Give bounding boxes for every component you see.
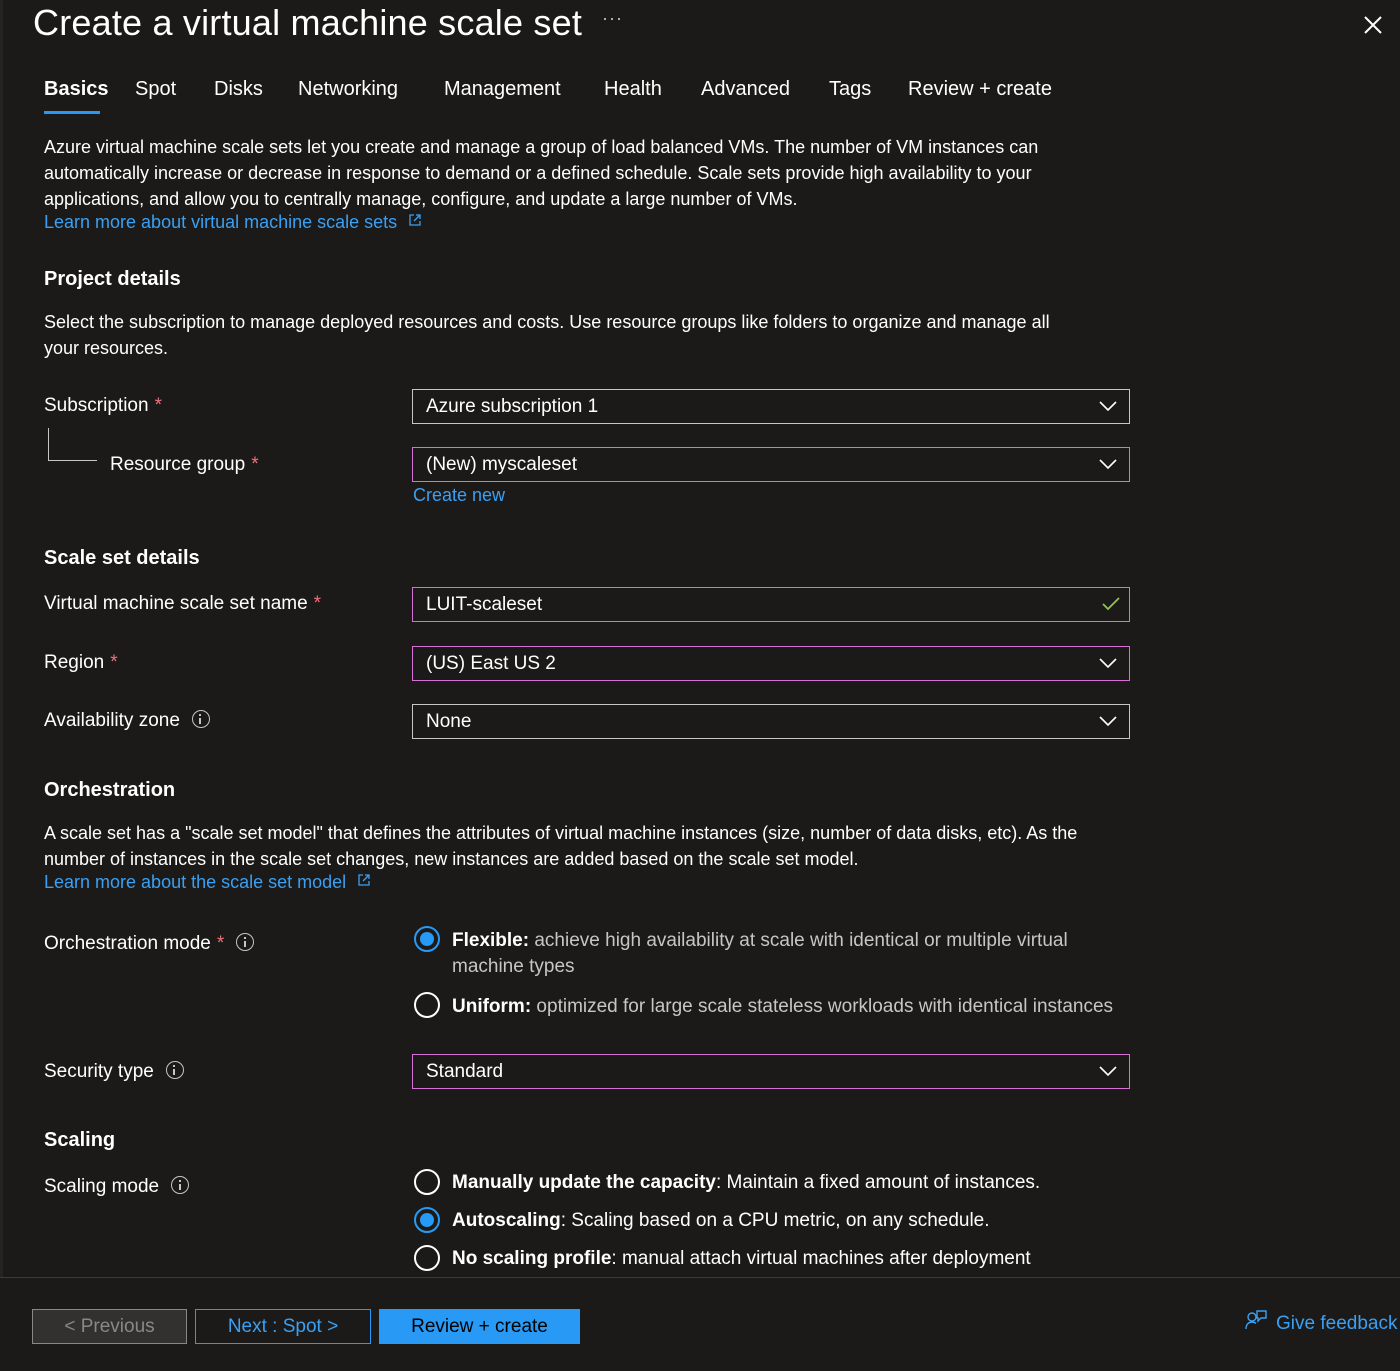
required-marker: * bbox=[313, 593, 322, 614]
feedback-icon bbox=[1245, 1310, 1267, 1330]
info-icon[interactable] bbox=[191, 710, 210, 728]
scaling-none-radio[interactable] bbox=[414, 1245, 440, 1271]
scaling-heading: Scaling bbox=[44, 1129, 116, 1151]
external-link-icon bbox=[357, 874, 370, 886]
scaling-autoscaling-label[interactable]: Autoscaling: Scaling based on a CPU metr… bbox=[452, 1208, 990, 1234]
scaling-none-label[interactable]: No scaling profile: manual attach virtua… bbox=[452, 1246, 1031, 1272]
review-create-button[interactable]: Review + create bbox=[379, 1309, 580, 1344]
give-feedback-link[interactable]: Give feedback bbox=[1244, 1309, 1397, 1335]
orchestration-description: A scale set has a "scale set model" that… bbox=[44, 823, 1078, 869]
scale-set-name-input[interactable]: LUIT-scaleset bbox=[412, 587, 1130, 622]
required-marker: * bbox=[154, 395, 162, 416]
page-title: Create a virtual machine scale set bbox=[33, 2, 583, 43]
subscription-dropdown[interactable]: Azure subscription 1 bbox=[412, 389, 1130, 424]
scaling-autoscaling-radio[interactable] bbox=[414, 1207, 440, 1233]
availability-zone-dropdown[interactable]: None bbox=[412, 704, 1130, 739]
required-marker: * bbox=[216, 933, 225, 954]
scale-set-name-label: Virtual machine scale set name * bbox=[44, 593, 322, 614]
tab-management[interactable]: Management bbox=[444, 78, 561, 101]
subscription-label: Subscription * bbox=[44, 395, 162, 416]
required-marker: * bbox=[251, 454, 259, 475]
tree-connector bbox=[48, 428, 49, 461]
tab-disks[interactable]: Disks bbox=[214, 78, 263, 101]
orchestration-uniform-radio[interactable] bbox=[414, 992, 440, 1018]
window-edge bbox=[0, 0, 3, 1280]
intro-description: Azure virtual machine scale sets let you… bbox=[44, 137, 1039, 209]
scaling-manual-label[interactable]: Manually update the capacity: Maintain a… bbox=[452, 1170, 1040, 1196]
resource-group-dropdown[interactable]: (New) myscaleset bbox=[412, 447, 1130, 482]
tab-tags[interactable]: Tags bbox=[829, 78, 871, 101]
region-dropdown[interactable]: (US) East US 2 bbox=[412, 646, 1130, 681]
region-label: Region * bbox=[44, 652, 118, 673]
tab-spot[interactable]: Spot bbox=[135, 78, 176, 101]
tab-networking[interactable]: Networking bbox=[298, 78, 398, 101]
create-new-resource-group-link[interactable]: Create new bbox=[413, 485, 505, 506]
info-icon[interactable] bbox=[236, 933, 255, 951]
more-options-icon[interactable]: ··· bbox=[602, 8, 623, 29]
orchestration-flexible-radio[interactable] bbox=[414, 926, 440, 952]
close-icon[interactable] bbox=[1360, 12, 1386, 38]
tree-connector bbox=[48, 460, 97, 461]
chevron-down-icon bbox=[1099, 716, 1117, 727]
security-type-dropdown[interactable]: Standard bbox=[412, 1054, 1130, 1089]
chevron-down-icon bbox=[1099, 401, 1117, 412]
orchestration-heading: Orchestration bbox=[44, 779, 176, 801]
orchestration-flexible-label[interactable]: Flexible: achieve high availability at s… bbox=[452, 928, 1068, 980]
project-details-heading: Project details bbox=[44, 268, 181, 290]
learn-more-scale-set-model-link[interactable]: Learn more about the scale set model bbox=[44, 872, 371, 893]
orchestration-uniform-label[interactable]: Uniform: optimized for large scale state… bbox=[452, 994, 1113, 1020]
tab-review-create[interactable]: Review + create bbox=[908, 78, 1052, 101]
info-icon[interactable] bbox=[171, 1176, 190, 1194]
valid-check-icon bbox=[1102, 597, 1120, 611]
scaling-manual-radio[interactable] bbox=[414, 1169, 440, 1195]
external-link-icon bbox=[408, 214, 421, 226]
tab-health[interactable]: Health bbox=[604, 78, 662, 101]
scale-set-details-heading: Scale set details bbox=[44, 547, 200, 569]
chevron-down-icon bbox=[1099, 1066, 1117, 1077]
availability-zone-label: Availability zone bbox=[44, 710, 210, 732]
resource-group-label: Resource group * bbox=[110, 454, 259, 475]
chevron-down-icon bbox=[1099, 658, 1117, 669]
tab-advanced[interactable]: Advanced bbox=[701, 78, 790, 101]
previous-button[interactable]: < Previous bbox=[32, 1309, 187, 1344]
project-details-description: Select the subscription to manage deploy… bbox=[44, 312, 1050, 358]
security-type-label: Security type bbox=[44, 1061, 184, 1083]
tab-basics[interactable]: Basics bbox=[44, 78, 109, 101]
next-spot-button[interactable]: Next : Spot > bbox=[195, 1309, 371, 1344]
scaling-mode-label: Scaling mode bbox=[44, 1176, 190, 1198]
required-marker: * bbox=[110, 652, 118, 673]
info-icon[interactable] bbox=[165, 1061, 184, 1079]
learn-more-scale-sets-link[interactable]: Learn more about virtual machine scale s… bbox=[44, 212, 422, 233]
active-tab-indicator bbox=[44, 111, 100, 114]
chevron-down-icon bbox=[1099, 459, 1117, 470]
orchestration-mode-label: Orchestration mode * bbox=[44, 933, 255, 955]
